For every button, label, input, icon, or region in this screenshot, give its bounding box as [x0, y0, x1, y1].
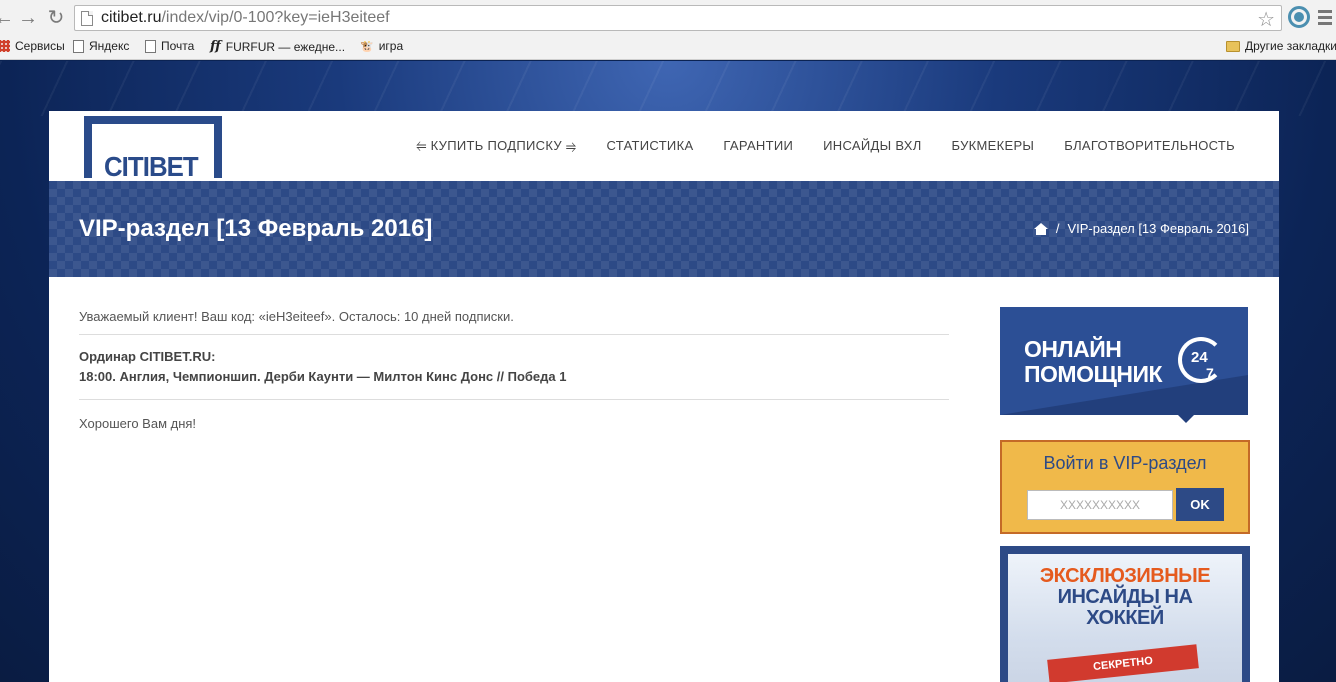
secret-stamp: СЕКРЕТНО: [1047, 644, 1199, 682]
reload-icon[interactable]: ↻: [44, 6, 68, 30]
hockey-insides-banner[interactable]: ЭКСКЛЮЗИВНЫЕ ИНСАЙДЫ НА ХОККЕЙ СЕКРЕТНО: [1000, 546, 1250, 682]
url-text[interactable]: citibet.ru/index/vip/0-100?key=ieH3eitee…: [101, 9, 390, 27]
bookmark-mail[interactable]: Почта: [145, 39, 194, 53]
nav-guarantees[interactable]: ГАРАНТИИ: [723, 138, 793, 154]
site-header: CITIBET ⥢ КУПИТЬ ПОДПИСКУ ⥤ СТАТИСТИКА Г…: [49, 111, 1279, 182]
browser-menu-icon[interactable]: [1318, 10, 1332, 28]
online-helper-banner[interactable]: ОНЛАЙН ПОМОЩНИК 24 7: [1000, 307, 1248, 423]
helper-arrow: [1178, 415, 1194, 423]
back-arrow-icon[interactable]: ←: [0, 6, 16, 30]
bet-title: Ординар CITIBET.RU:: [79, 349, 216, 364]
forward-arrow-icon[interactable]: →: [16, 6, 40, 30]
breadcrumb-current: VIP-раздел [13 Февраль 2016]: [1067, 221, 1249, 236]
page-icon: [145, 39, 156, 53]
sidebar: ОНЛАЙН ПОМОЩНИК 24 7 Войти в VIP-раздел …: [1000, 307, 1250, 682]
nav-insides-vhl[interactable]: ИНСАЙДЫ ВХЛ: [823, 138, 921, 154]
promo-image: ЭКСКЛЮЗИВНЫЕ ИНСАЙДЫ НА ХОККЕЙ СЕКРЕТНО: [1008, 554, 1242, 682]
bookmark-furfur[interactable]: ff FURFUR — ежедне...: [210, 39, 345, 54]
divider: [79, 399, 949, 400]
apps-grid-icon: [0, 40, 10, 52]
logo-text: CITIBET: [104, 151, 199, 182]
home-icon[interactable]: [1033, 222, 1048, 235]
browser-toolbar: ← → ↻ citibet.ru/index/vip/0-100?key=ieH…: [0, 0, 1336, 36]
breadcrumb-separator: /: [1055, 221, 1060, 236]
folder-icon: [1226, 40, 1240, 52]
game-icon: 🐮: [360, 40, 374, 53]
main-content: Уважаемый клиент! Ваш код: «ieH3eiteef».…: [79, 307, 949, 434]
clock-24-7-icon: 24 7: [1178, 337, 1224, 383]
bookmark-game[interactable]: 🐮 игра: [360, 39, 403, 53]
nav-statistics[interactable]: СТАТИСТИКА: [607, 138, 694, 154]
divider: [79, 334, 949, 335]
vip-ok-button[interactable]: OK: [1176, 488, 1224, 521]
extension-icon[interactable]: [1288, 6, 1310, 28]
bookmark-other-folder[interactable]: Другие закладки: [1226, 39, 1336, 53]
page-icon: [73, 39, 84, 53]
address-bar[interactable]: citibet.ru/index/vip/0-100?key=ieH3eitee…: [74, 5, 1282, 31]
vip-code-input[interactable]: [1027, 490, 1173, 520]
citibet-logo[interactable]: CITIBET: [84, 116, 222, 182]
title-band: VIP-раздел [13 Февраль 2016] / VIP-разде…: [49, 181, 1279, 277]
bookmark-services[interactable]: Сервисы: [0, 39, 65, 53]
nav-buy-subscription[interactable]: ⥢ КУПИТЬ ПОДПИСКУ ⥤: [416, 138, 577, 154]
main-nav: ⥢ КУПИТЬ ПОДПИСКУ ⥤ СТАТИСТИКА ГАРАНТИИ …: [416, 138, 1235, 154]
farewell-text: Хорошего Вам дня!: [79, 416, 197, 431]
bookmark-star-icon[interactable]: ☆: [1257, 7, 1275, 32]
bookmarks-bar: Сервисы Яндекс Почта ff FURFUR — ежедне.…: [0, 36, 1336, 60]
vip-login-box: Войти в VIP-раздел OK: [1000, 440, 1250, 534]
helper-text: ОНЛАЙН ПОМОЩНИК: [1024, 336, 1163, 387]
furfur-icon: ff: [210, 39, 221, 54]
greeting-text: Уважаемый клиент! Ваш код: «ieH3eiteef».…: [79, 309, 514, 324]
nav-bookmakers[interactable]: БУКМЕКЕРЫ: [952, 138, 1035, 154]
bet-line: 18:00. Англия, Чемпионшип. Дерби Каунти …: [79, 369, 567, 384]
breadcrumb: / VIP-раздел [13 Февраль 2016]: [1033, 221, 1249, 236]
bookmark-yandex[interactable]: Яндекс: [73, 39, 129, 53]
nav-charity[interactable]: БЛАГОТВОРИТЕЛЬНОСТЬ: [1064, 138, 1235, 154]
promo-text: ЭКСКЛЮЗИВНЫЕ ИНСАЙДЫ НА ХОККЕЙ: [1039, 565, 1211, 629]
vip-login-title: Войти в VIP-раздел: [1043, 453, 1207, 473]
page-container: CITIBET ⥢ КУПИТЬ ПОДПИСКУ ⥤ СТАТИСТИКА Г…: [49, 111, 1279, 682]
page-title: VIP-раздел [13 Февраль 2016]: [79, 215, 433, 242]
page-icon: [81, 11, 93, 26]
